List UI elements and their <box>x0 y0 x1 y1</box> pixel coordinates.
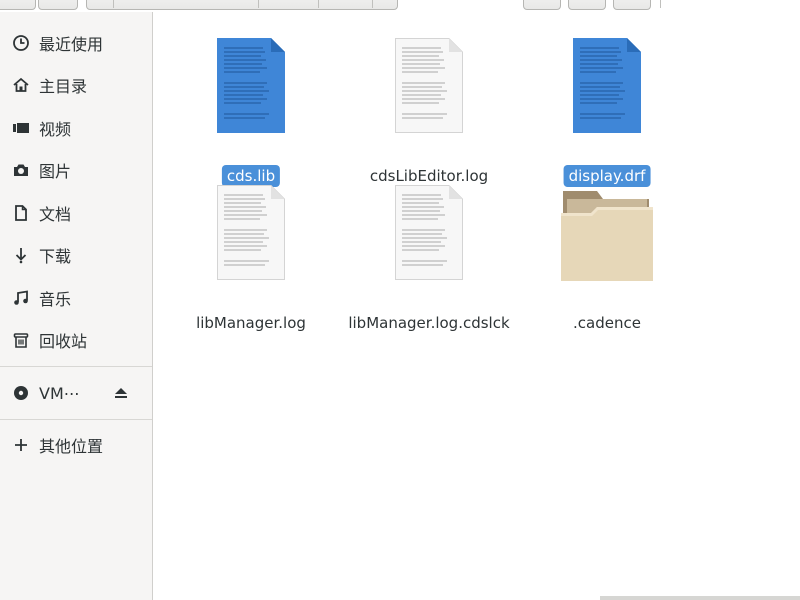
text-document-icon <box>217 185 285 284</box>
sidebar: 最近使用 主目录 视频 图片 文档 下载 音乐 回收站 VM⋯ 其他位置 <box>0 12 153 600</box>
status-strip <box>600 596 800 600</box>
file-item[interactable]: cdsLibEditor.log <box>344 38 514 185</box>
video-icon <box>12 119 30 137</box>
sidebar-item-videos[interactable]: 视频 <box>0 111 152 145</box>
sidebar-item-label: 音乐 <box>39 290 72 309</box>
text-document-icon <box>395 185 463 284</box>
sidebar-item-label: 最近使用 <box>39 35 104 54</box>
forward-button[interactable] <box>38 0 78 10</box>
view-options-button[interactable] <box>613 0 651 10</box>
file-name: libManager.log.cdslck <box>348 314 510 332</box>
trash-icon <box>12 331 30 349</box>
document-icon <box>12 204 30 222</box>
file-item[interactable]: display.drf <box>522 38 692 187</box>
sidebar-item-device[interactable]: VM⋯ <box>0 376 152 410</box>
sidebar-item-pictures[interactable]: 图片 <box>0 153 152 187</box>
download-icon <box>12 246 30 264</box>
camera-icon <box>12 161 30 179</box>
sidebar-divider <box>0 419 152 420</box>
home-icon <box>12 76 30 94</box>
sidebar-item-other-locations[interactable]: 其他位置 <box>0 428 152 462</box>
file-item[interactable]: libManager.log <box>166 185 336 332</box>
sidebar-item-label: 图片 <box>39 162 72 181</box>
file-grid: cds.lib cdsLibEditor.log display.drf lib… <box>154 12 800 600</box>
path-bar[interactable] <box>86 0 398 10</box>
sidebar-item-trash[interactable]: 回收站 <box>0 323 152 357</box>
file-item[interactable]: cds.lib <box>166 38 336 187</box>
sidebar-item-label: 下载 <box>39 247 72 266</box>
sidebar-item-documents[interactable]: 文档 <box>0 196 152 230</box>
file-item[interactable]: libManager.log.cdslck <box>344 185 514 332</box>
file-name: .cadence <box>573 314 641 332</box>
folder-icon <box>561 189 653 285</box>
sidebar-item-label: 其他位置 <box>39 437 104 456</box>
view-toggle-button[interactable] <box>568 0 606 10</box>
sidebar-item-label: 主目录 <box>39 77 88 96</box>
music-icon <box>12 289 30 307</box>
file-name: display.drf <box>563 165 651 187</box>
disc-icon <box>12 384 30 402</box>
sidebar-item-music[interactable]: 音乐 <box>0 281 152 315</box>
file-name: libManager.log <box>196 314 306 332</box>
file-name: cdsLibEditor.log <box>369 167 489 185</box>
sidebar-item-recent[interactable]: 最近使用 <box>0 26 152 60</box>
back-button[interactable] <box>0 0 36 10</box>
plus-icon <box>12 436 30 454</box>
sidebar-divider <box>0 366 152 367</box>
sidebar-item-label: VM⋯ <box>39 383 80 403</box>
search-button[interactable] <box>523 0 561 10</box>
sidebar-item-downloads[interactable]: 下载 <box>0 238 152 272</box>
sidebar-item-label: 文档 <box>39 205 72 224</box>
blue-document-icon <box>573 38 641 137</box>
sidebar-item-home[interactable]: 主目录 <box>0 68 152 102</box>
header-bar <box>0 0 800 12</box>
file-item[interactable]: .cadence <box>522 185 692 332</box>
text-document-icon <box>395 38 463 137</box>
sidebar-item-label: 回收站 <box>39 332 88 351</box>
clock-icon <box>12 34 30 52</box>
eject-icon[interactable] <box>112 384 130 402</box>
blue-document-icon <box>217 38 285 137</box>
file-name: cds.lib <box>221 165 281 187</box>
sidebar-item-label: 视频 <box>39 120 72 139</box>
